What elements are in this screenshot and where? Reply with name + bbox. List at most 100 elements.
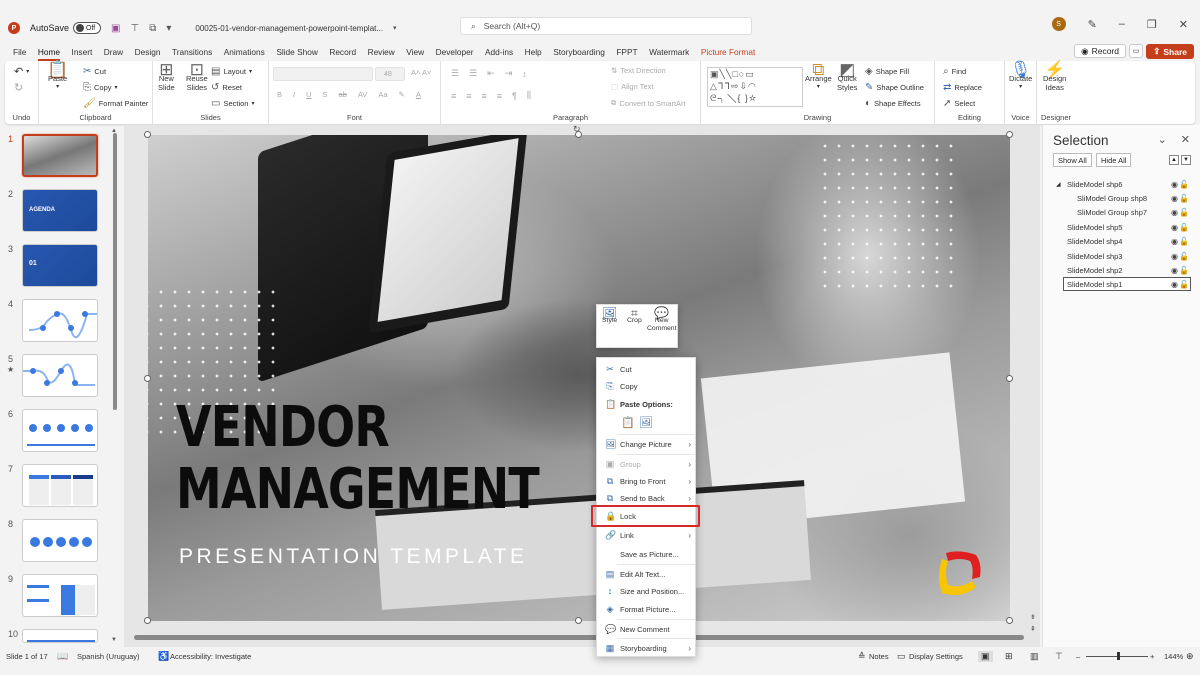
tab-home[interactable]: Home: [37, 47, 61, 61]
slideshow-icon[interactable]: ⊤: [1055, 651, 1063, 662]
show-all-button[interactable]: Show All: [1053, 153, 1092, 167]
save-icon[interactable]: ▣: [111, 23, 120, 34]
slide-preview[interactable]: [22, 629, 98, 643]
menu-item-size-position[interactable]: ↕ Size and Position...: [597, 583, 697, 599]
tab-draw[interactable]: Draw: [104, 47, 123, 57]
accessibility-status[interactable]: Accessibility: Investigate: [170, 652, 251, 661]
shape-effects-button[interactable]: ◐ Shape Effects: [865, 98, 921, 109]
reading-view-icon[interactable]: ▥: [1030, 651, 1039, 662]
tab-record[interactable]: Record: [329, 47, 356, 57]
menu-item-bring-to-front[interactable]: ⧉ Bring to Front ›: [597, 473, 697, 489]
align-center-icon[interactable]: ≡: [466, 91, 471, 101]
change-case-button[interactable]: Aa: [378, 90, 387, 99]
selection-item[interactable]: SliModel Group shp7 ◉ 🔓: [1043, 205, 1200, 219]
autosave[interactable]: AutoSave Off: [30, 22, 102, 34]
shadow-button[interactable]: S: [323, 90, 328, 99]
normal-view-icon[interactable]: ▣: [978, 650, 993, 662]
visibility-eye-icon[interactable]: ◉: [1171, 223, 1178, 232]
customize-toolbar-icon[interactable]: ▾: [166, 23, 171, 34]
slide-subtitle[interactable]: PRESENTATION TEMPLATE: [179, 545, 528, 569]
document-title[interactable]: 00025-01-vendor-management-powerpoint-te…: [195, 24, 383, 33]
shape-fill-button[interactable]: ◈ Shape Fill: [865, 66, 909, 77]
visibility-eye-icon[interactable]: ◉: [1171, 280, 1178, 289]
visibility-eye-icon[interactable]: ◉: [1171, 237, 1178, 246]
quick-styles-button[interactable]: ◩ Quick Styles: [837, 61, 857, 92]
slide-title[interactable]: VENDOR MANAGEMENT: [176, 397, 540, 521]
smartart-button[interactable]: ⧉ Convert to SmartArt: [611, 98, 686, 108]
display-settings-button[interactable]: Display Settings: [909, 652, 963, 661]
collapse-triangle-icon[interactable]: ◢: [1056, 181, 1061, 188]
menu-item-change-picture[interactable]: 🖼 Change Picture ›: [597, 436, 697, 452]
new-slide-button[interactable]: ⊞ New Slide: [158, 61, 175, 92]
prev-slide-icon[interactable]: ⇞: [1030, 625, 1036, 633]
fit-to-window-icon[interactable]: ⊕: [1186, 651, 1194, 662]
selection-item[interactable]: SlideModel shp5 ◉ 🔓: [1043, 220, 1200, 234]
selection-item[interactable]: SlideModel shp3 ◉ 🔓: [1043, 249, 1200, 263]
unlock-icon[interactable]: 🔓: [1179, 223, 1189, 232]
slide-1[interactable]: VENDOR MANAGEMENT PRESENTATION TEMPLATE: [148, 135, 1010, 621]
close-icon[interactable]: ✕: [1179, 18, 1188, 31]
reuse-slides-button[interactable]: ⊡ Reuse Slides: [186, 61, 208, 92]
section-button[interactable]: ▭ Section ▾: [211, 98, 255, 109]
next-slide-icon[interactable]: ⇟: [1030, 613, 1036, 621]
visibility-eye-icon[interactable]: ◉: [1171, 252, 1178, 261]
design-ideas-button[interactable]: ⚡ Design Ideas: [1043, 61, 1066, 92]
shape-outline-button[interactable]: ✎ Shape Outline: [865, 82, 924, 93]
spell-check-icon[interactable]: 📖: [57, 651, 68, 662]
visibility-eye-icon[interactable]: ◉: [1171, 266, 1178, 275]
slide-preview[interactable]: [22, 519, 98, 562]
redo-icon[interactable]: ↻: [14, 81, 23, 94]
select-button[interactable]: ➚ Select: [943, 98, 975, 109]
menu-item-save-as-picture[interactable]: Save as Picture...: [597, 546, 697, 562]
paste-keep-format-icon[interactable]: 📋: [621, 416, 635, 429]
autosave-toggle[interactable]: Off: [73, 22, 102, 34]
increase-indent-icon[interactable]: ⇥: [505, 68, 513, 79]
tab-storyboarding[interactable]: Storyboarding: [553, 47, 605, 57]
search-input[interactable]: ⌕ Search (Alt+Q): [460, 17, 752, 35]
unlock-icon[interactable]: 🔓: [1179, 208, 1189, 217]
record-button[interactable]: ◉ Record: [1074, 44, 1126, 58]
unlock-icon[interactable]: 🔓: [1179, 266, 1189, 275]
tab-picture-format[interactable]: Picture Format: [701, 47, 755, 57]
justify-icon[interactable]: ≡: [497, 91, 502, 101]
restore-icon[interactable]: ❐: [1147, 18, 1157, 31]
thumbnail-scrollbar[interactable]: [113, 133, 117, 410]
selection-item-selected[interactable]: SlideModel shp1 ◉ 🔓: [1043, 277, 1200, 291]
chevron-down-icon[interactable]: ⌄: [1158, 133, 1167, 146]
slide-preview[interactable]: 01: [22, 244, 98, 287]
numbering-icon[interactable]: ☰: [469, 68, 477, 79]
unlock-icon[interactable]: 🔓: [1179, 280, 1189, 289]
selection-item[interactable]: SlideModel shp4 ◉ 🔓: [1043, 234, 1200, 248]
menu-item-send-to-back[interactable]: ⧉ Send to Back ›: [597, 490, 697, 506]
reset-button[interactable]: ↺ Reset: [211, 82, 242, 93]
notes-button[interactable]: Notes: [869, 652, 889, 661]
rotate-handle-icon[interactable]: ↻: [573, 124, 581, 135]
visibility-eye-icon[interactable]: ◉: [1171, 194, 1178, 203]
resize-handle[interactable]: [575, 617, 582, 624]
unlock-icon[interactable]: 🔓: [1179, 237, 1189, 246]
share-button[interactable]: ⇪ Share: [1146, 44, 1194, 59]
find-button[interactable]: ⌕ Find: [943, 66, 966, 77]
tab-view[interactable]: View: [406, 47, 424, 57]
bullets-icon[interactable]: ☰: [451, 68, 459, 79]
zoom-in-button[interactable]: +: [1150, 652, 1154, 661]
selection-item[interactable]: SlideModel shp2 ◉ 🔓: [1043, 263, 1200, 277]
pen-icon[interactable]: ✎: [1088, 18, 1097, 31]
slide-preview[interactable]: [22, 464, 98, 507]
rtl-icon[interactable]: ¶: [512, 91, 517, 101]
slide-sorter-icon[interactable]: ⊞: [1005, 651, 1013, 662]
display-settings-icon[interactable]: ▭: [897, 651, 906, 662]
visibility-eye-icon[interactable]: ◉: [1171, 208, 1178, 217]
close-pane-icon[interactable]: ✕: [1181, 133, 1190, 146]
strikethrough-button[interactable]: ab: [339, 90, 347, 99]
slide-preview[interactable]: [22, 574, 98, 617]
shapes-icon[interactable]: ⧉: [149, 23, 156, 34]
line-spacing-icon[interactable]: ↕: [522, 69, 527, 79]
visibility-eye-icon[interactable]: ◉: [1171, 180, 1178, 189]
text-direction-button[interactable]: ⇅ Text Direction: [611, 66, 666, 75]
menu-item-group[interactable]: ▣ Group ›: [597, 456, 697, 472]
tab-insert[interactable]: Insert: [72, 47, 93, 57]
font-size-select[interactable]: 48: [375, 67, 405, 81]
horizontal-scrollbar[interactable]: [134, 635, 1024, 640]
tab-file[interactable]: File: [13, 47, 26, 57]
